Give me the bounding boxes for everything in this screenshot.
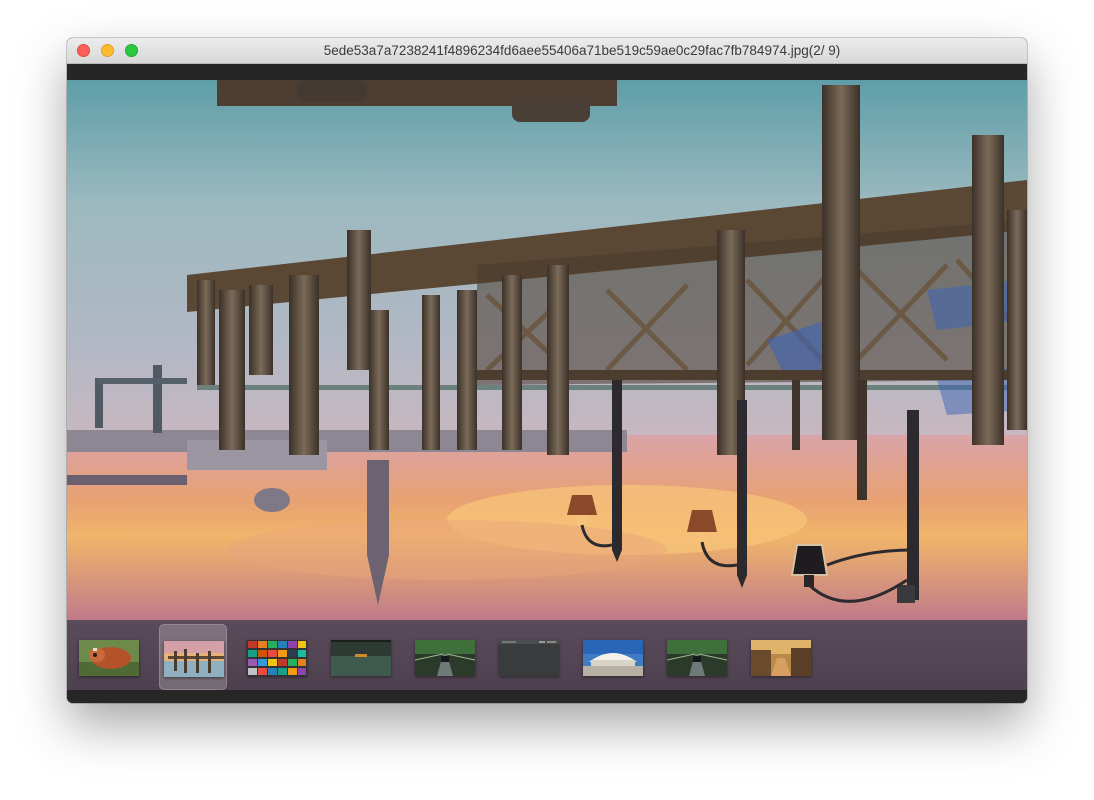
thumbnail-strip [67, 620, 1027, 690]
close-button[interactable] [77, 44, 90, 57]
thumbnail-image [751, 640, 811, 676]
thumbnail-image [247, 640, 307, 676]
thumbnail-image [164, 641, 224, 677]
thumbnail-image [331, 640, 391, 676]
zoom-button[interactable] [125, 44, 138, 57]
window-title: 5ede53a7a7238241f4896234fd6aee55406a71be… [323, 43, 841, 58]
viewer-window: 5ede53a7a7238241f4896234fd6aee55406a71be… [67, 38, 1027, 703]
minimize-button[interactable] [101, 44, 114, 57]
thumbnail-image [499, 640, 559, 676]
top-strip [67, 64, 1027, 80]
bottom-bar [67, 690, 1027, 703]
title-bar[interactable]: 5ede53a7a7238241f4896234fd6aee55406a71be… [67, 38, 1027, 64]
thumbnail-image [415, 640, 475, 676]
pier-photo [67, 80, 1027, 620]
thumbnail-4[interactable] [327, 624, 395, 690]
thumbnail-7[interactable] [579, 624, 647, 690]
thumbnail-1[interactable] [75, 624, 143, 690]
thumbnail-5[interactable] [411, 624, 479, 690]
thumbnail-6[interactable] [495, 624, 563, 690]
thumbnail-2[interactable] [159, 624, 227, 690]
thumbnail-image [667, 640, 727, 676]
thumbnail-image [79, 640, 139, 676]
main-image[interactable] [67, 80, 1027, 620]
thumbnail-8[interactable] [663, 624, 731, 690]
thumbnail-3[interactable] [243, 624, 311, 690]
thumbnail-image [583, 640, 643, 676]
thumbnail-9[interactable] [747, 624, 815, 690]
